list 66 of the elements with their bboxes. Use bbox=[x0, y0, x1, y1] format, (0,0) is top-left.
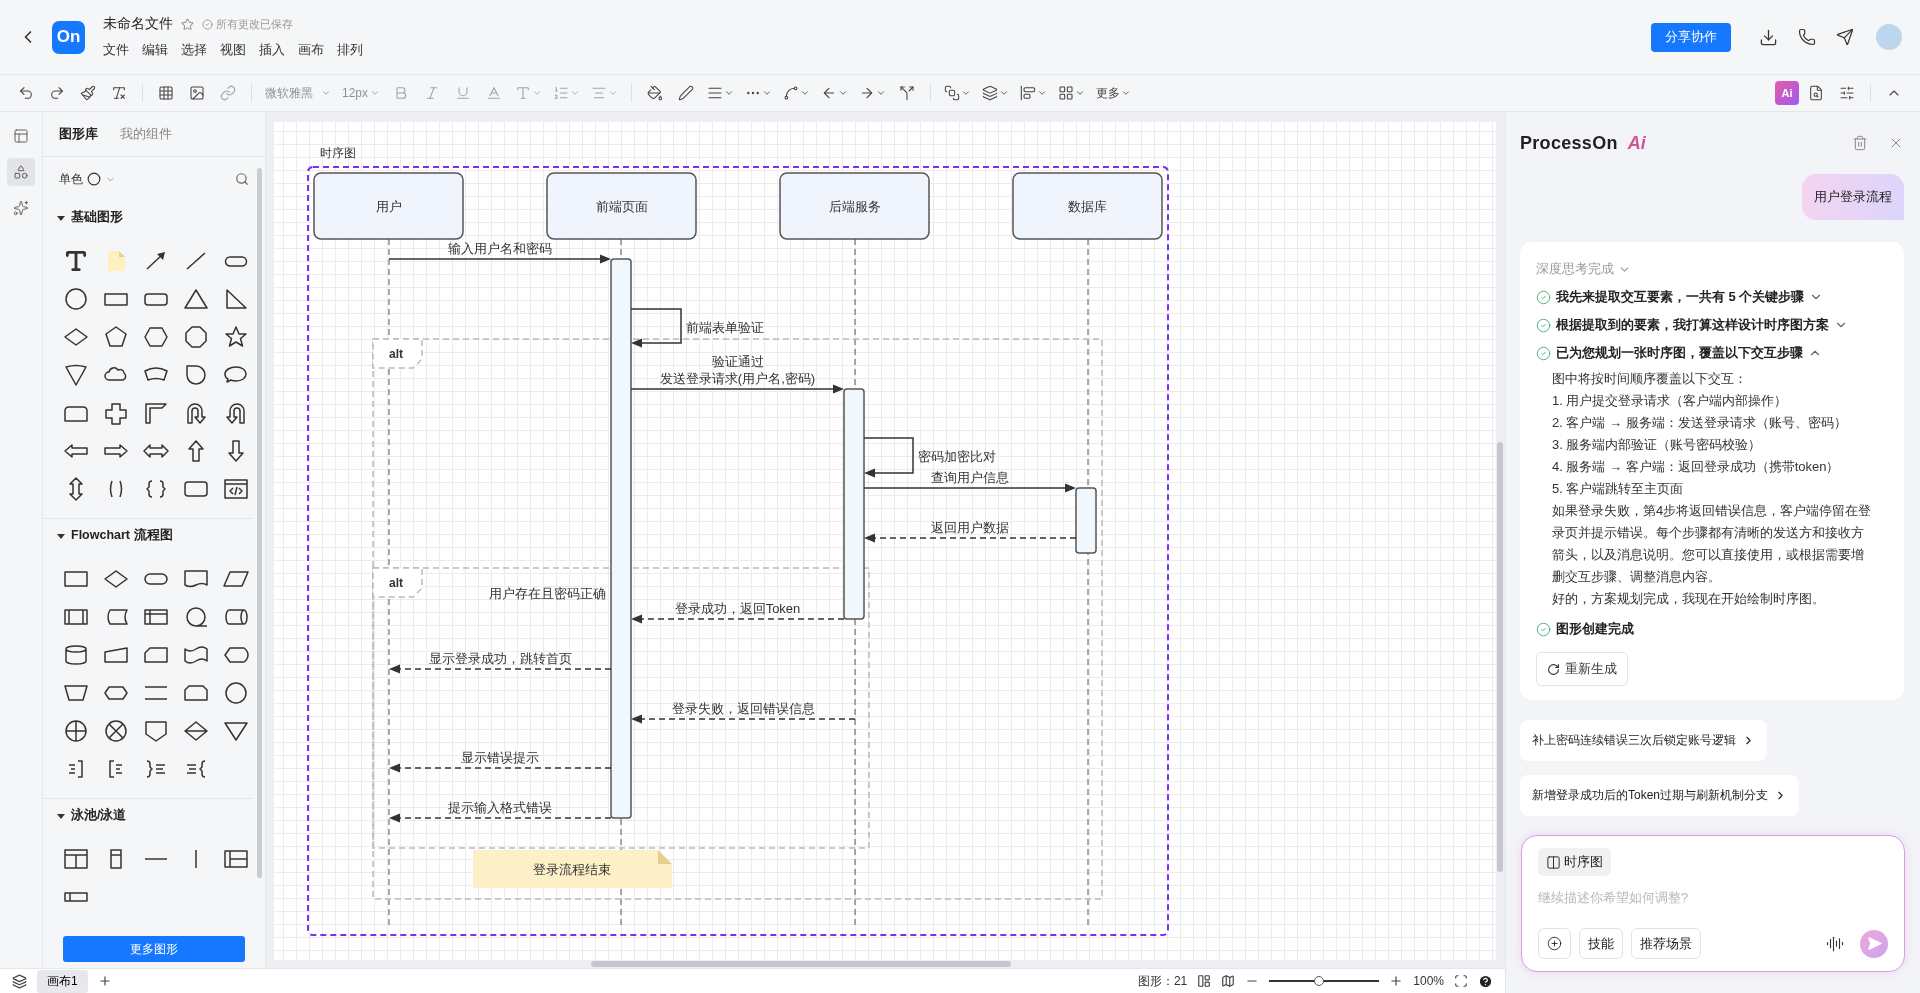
participant-label: 后端服务 bbox=[828, 199, 881, 214]
more-button[interactable]: 更多 bbox=[1092, 80, 1135, 106]
detail-text: 好的，方案规划完成，我现在开始绘制时序图。 bbox=[1552, 590, 1826, 608]
step-title[interactable]: 根据提取到的要素，我打算这样设计时序图方案 bbox=[1536, 316, 1888, 334]
suggestion-chip[interactable]: 新增登录成功后的Token过期与刷新机制分支 bbox=[1520, 775, 1800, 816]
menu-item[interactable]: 编辑 bbox=[142, 41, 168, 59]
fragment-operator: alt bbox=[389, 576, 403, 590]
menu-item[interactable]: 文件 bbox=[103, 41, 129, 59]
app-logo: On bbox=[52, 20, 85, 54]
page-tab[interactable]: 画布1 bbox=[37, 969, 88, 993]
save-status: 所有更改已保存 bbox=[216, 16, 293, 32]
panel-tab[interactable]: 图形库 bbox=[59, 125, 98, 143]
brand-mark: Ai bbox=[1627, 132, 1646, 154]
participant-label: 前端页面 bbox=[595, 199, 648, 214]
section-header[interactable]: 泳池/泳道 bbox=[43, 799, 265, 832]
message-label: 前端表单验证 bbox=[686, 320, 764, 335]
document-title[interactable]: 未命名文件 bbox=[103, 15, 173, 33]
composer-button[interactable]: 技能 bbox=[1579, 928, 1623, 959]
menu-item[interactable]: 插入 bbox=[259, 41, 285, 59]
section-header[interactable]: 基础图形 bbox=[43, 201, 265, 234]
message-label: 登录成功，返回Token bbox=[674, 601, 801, 616]
share-button[interactable]: 分享协作 bbox=[1651, 22, 1731, 52]
detail-text: 3. 服务端内部验证（账号密码校验） bbox=[1552, 436, 1763, 454]
detail-text: 如果登录失败，第4步将返回错误信息，客户端停留在登录页并提示错误。每个步骤都有清晰的发送方和接收方箭头，以及消息说明。您可以直接使用，或根据需要增删交互步骤、调整消息内容。 bbox=[1552, 502, 1873, 586]
message-label: 返回用户数据 bbox=[931, 520, 1009, 535]
message-label: 显示登录成功，跳转首页 bbox=[428, 651, 572, 666]
detail-text: 图中将按时间顺序覆盖以下交互： bbox=[1552, 370, 1748, 388]
guard-condition: 用户存在且密码正确 bbox=[489, 586, 606, 601]
menu-item[interactable]: 画布 bbox=[298, 41, 324, 59]
note-text: 登录流程结束 bbox=[533, 862, 611, 877]
color-mode-label: 单色 bbox=[59, 170, 83, 188]
detail-text: 5. 客户端跳转至主页面 bbox=[1552, 480, 1685, 498]
participant-label: 用户 bbox=[375, 199, 402, 214]
shape-count: 图形：21 bbox=[1137, 972, 1188, 990]
message-label: 发送登录请求(用户名,密码) bbox=[659, 371, 816, 386]
menu-item[interactable]: 排列 bbox=[337, 41, 363, 59]
panel-tab[interactable]: 我的组件 bbox=[120, 125, 172, 143]
suggestion-chip[interactable]: 补上密码连续错误三次后锁定账号逻辑 bbox=[1520, 720, 1767, 761]
message-label: 提示输入格式错误 bbox=[448, 800, 552, 815]
step-title[interactable]: 图形创建完成 bbox=[1536, 620, 1888, 638]
fragment-operator: alt bbox=[389, 347, 403, 361]
detail-text: 1. 用户提交登录请求（客户端内部操作） bbox=[1552, 392, 1789, 410]
detail-text: 2. 客户端 → 服务端：发送登录请求（账号、密码） bbox=[1552, 414, 1848, 432]
message-label: 登录失败，返回错误信息 bbox=[671, 701, 815, 716]
message-label: 密码加密比对 bbox=[918, 449, 996, 464]
prompt-field[interactable]: 继续描述你希望如何调整? bbox=[1538, 890, 1888, 905]
menu-item[interactable]: 视图 bbox=[220, 41, 246, 59]
ai-button[interactable]: Ai bbox=[1775, 81, 1799, 105]
more-shapes-button[interactable]: 更多图形 bbox=[63, 936, 245, 962]
user-message: 用户登录流程 bbox=[1802, 174, 1904, 220]
diagram-type-tag[interactable]: 时序图 bbox=[1538, 848, 1611, 876]
composer-button[interactable]: 推荐场景 bbox=[1631, 928, 1701, 959]
guard-condition: 验证通过 bbox=[712, 354, 764, 369]
zoom-reading: 100% bbox=[1413, 974, 1444, 988]
message-label: 输入用户名和密码 bbox=[448, 241, 552, 256]
regenerate-button[interactable]: 重新生成 bbox=[1536, 652, 1628, 686]
detail-text: 4. 服务端 → 客户端：返回登录成功（携带token） bbox=[1552, 458, 1841, 476]
brand-name: ProcessOn bbox=[1520, 132, 1618, 154]
menu-item[interactable]: 选择 bbox=[181, 41, 207, 59]
step-title[interactable]: 已为您规划一张时序图，覆盖以下交互步骤 bbox=[1536, 344, 1888, 362]
message-label: 查询用户信息 bbox=[931, 470, 1009, 485]
frame-title: 时序图 bbox=[320, 146, 356, 160]
message-label: 显示错误提示 bbox=[461, 750, 539, 765]
step-title[interactable]: 我先来提取交互要素，一共有 5 个关键步骤 bbox=[1536, 288, 1888, 306]
participant-label: 数据库 bbox=[1068, 199, 1107, 214]
section-header[interactable]: Flowchart 流程图 bbox=[43, 519, 265, 552]
